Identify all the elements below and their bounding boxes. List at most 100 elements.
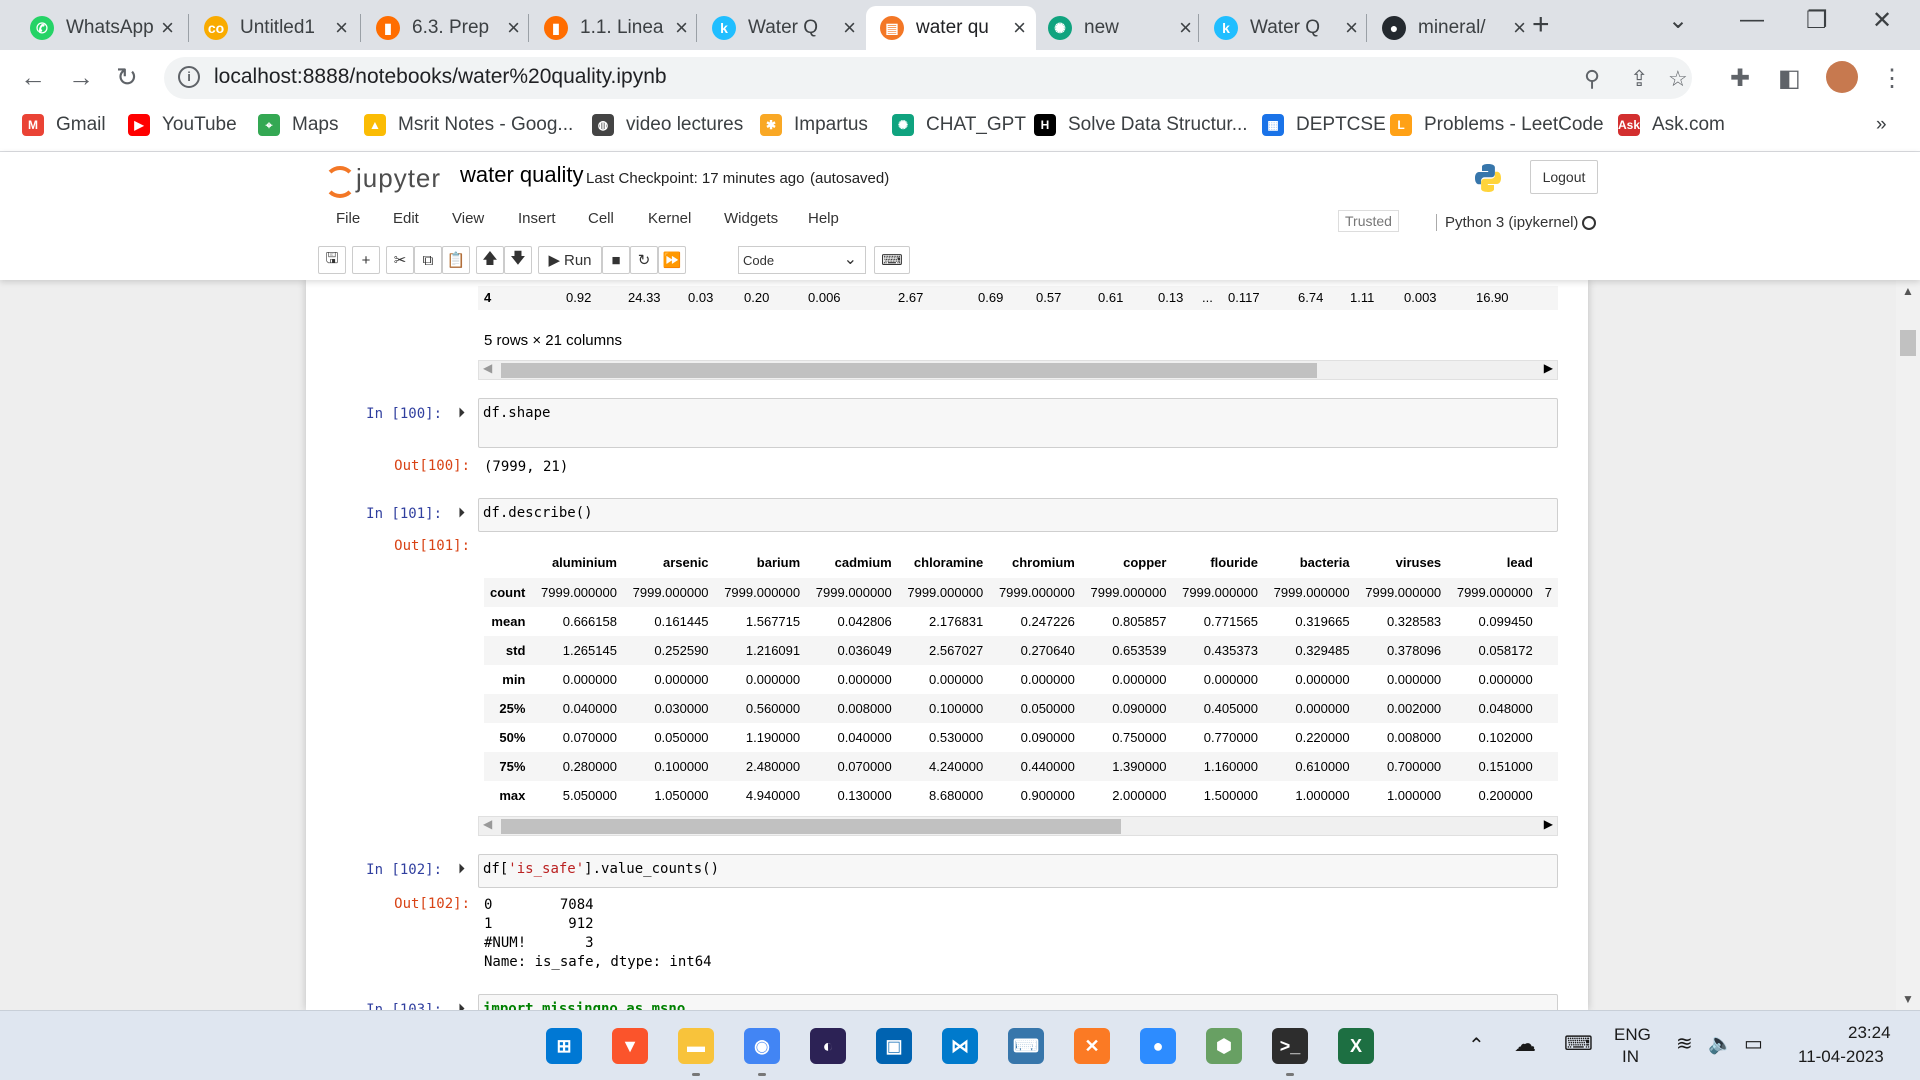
run-cell-icon[interactable]: ⏵	[458, 860, 465, 877]
cut-icon[interactable]: ✂	[386, 246, 414, 274]
page-vertical-scrollbar[interactable]: ▲ ▼	[1896, 280, 1920, 1010]
move-down-icon[interactable]: 🡇	[504, 246, 532, 274]
menu-edit[interactable]: Edit	[393, 210, 419, 227]
excel-icon[interactable]: X	[1338, 1028, 1374, 1064]
bookmark-item[interactable]: ◍ video lectures	[592, 114, 743, 136]
battery-icon[interactable]: ▭	[1744, 1031, 1763, 1056]
side-panel-icon[interactable]: ◧	[1778, 64, 1801, 93]
move-up-icon[interactable]: 🡅	[476, 246, 504, 274]
scroll-up-icon[interactable]: ▲	[1902, 284, 1914, 298]
browser-tab[interactable]: ✆ WhatsApp ×	[16, 6, 184, 50]
browser-tab[interactable]: co Untitled1 ×	[190, 6, 358, 50]
reload-icon[interactable]: ↻	[116, 62, 138, 93]
language-indicator[interactable]: ENG	[1614, 1025, 1651, 1045]
restore-icon[interactable]: ❐	[1806, 6, 1828, 35]
remote-desktop-icon[interactable]: ▣	[876, 1028, 912, 1064]
windows-start-icon[interactable]: ⊞	[546, 1028, 582, 1064]
url-text[interactable]: localhost:8888/notebooks/water%20quality…	[214, 65, 667, 89]
jupyter-logo[interactable]: jupyter	[322, 162, 441, 198]
python-idle-icon[interactable]: ⌨	[1008, 1028, 1044, 1064]
clock-date[interactable]: 11-04-2023	[1798, 1047, 1884, 1067]
save-icon[interactable]: 🖫	[318, 246, 346, 274]
tab-search-icon[interactable]: ⌄	[1668, 6, 1688, 35]
close-tab-icon[interactable]: ×	[335, 15, 348, 41]
terminal-icon[interactable]: >_	[1272, 1028, 1308, 1064]
browser-tab[interactable]: k Water Q ×	[698, 6, 866, 50]
show-hidden-icons-icon[interactable]: ⌃	[1468, 1033, 1485, 1058]
scrollbar-thumb[interactable]	[1900, 330, 1916, 356]
back-icon[interactable]: ←	[20, 62, 46, 93]
menu-kebab-icon[interactable]: ⋮	[1880, 64, 1904, 93]
browser-tab[interactable]: ▮ 6.3. Prep ×	[362, 6, 530, 50]
brave-icon[interactable]: ▼	[612, 1028, 648, 1064]
forward-icon[interactable]: →	[68, 62, 94, 93]
bookmark-item[interactable]: ✺ CHAT_GPT	[892, 114, 1026, 136]
close-tab-icon[interactable]: ×	[843, 15, 856, 41]
browser-tab[interactable]: ▮ 1.1. Linea ×	[530, 6, 698, 50]
menu-insert[interactable]: Insert	[518, 210, 556, 227]
minimize-icon[interactable]: —	[1740, 6, 1764, 34]
scroll-right-icon[interactable]: ▶	[1544, 817, 1553, 831]
bookmark-star-icon[interactable]: ☆	[1668, 66, 1688, 92]
scroll-left-icon[interactable]: ◀	[483, 361, 492, 375]
run-button[interactable]: ▶ Run	[538, 246, 602, 274]
xampp-icon[interactable]: ✕	[1074, 1028, 1110, 1064]
keyboard-icon[interactable]: ⌨	[1564, 1031, 1593, 1056]
profile-avatar[interactable]	[1826, 61, 1858, 93]
kernel-name[interactable]: Python 3 (ipykernel)	[1436, 214, 1578, 231]
close-tab-icon[interactable]: ×	[507, 15, 520, 41]
browser-tab[interactable]: ✺ new ×	[1034, 6, 1202, 50]
scroll-down-icon[interactable]: ▼	[1902, 992, 1914, 1006]
scrollbar-thumb[interactable]	[501, 363, 1317, 378]
scrollbar-thumb[interactable]	[501, 819, 1121, 834]
close-tab-icon[interactable]: ×	[161, 15, 174, 41]
restart-icon[interactable]: ↻	[630, 246, 658, 274]
code-cell-input[interactable]: df.describe()	[478, 498, 1558, 532]
close-tab-icon[interactable]: ×	[1013, 15, 1026, 41]
code-cell-input[interactable]: df.shape	[478, 398, 1558, 448]
run-cell-icon[interactable]: ⏵	[458, 504, 465, 521]
menu-file[interactable]: File	[336, 210, 360, 227]
nodejs-icon[interactable]: ⬢	[1206, 1028, 1242, 1064]
browser-tab[interactable]: k Water Q ×	[1200, 6, 1368, 50]
wifi-icon[interactable]: ≋	[1676, 1031, 1693, 1056]
paste-icon[interactable]: 📋	[442, 246, 470, 274]
close-tab-icon[interactable]: ×	[1179, 15, 1192, 41]
copy-icon[interactable]: ⧉	[414, 246, 442, 274]
onedrive-icon[interactable]: ☁	[1514, 1031, 1536, 1057]
cell-type-select[interactable]: Code ⌄	[738, 246, 866, 274]
output-horizontal-scrollbar[interactable]: ◀ ▶	[478, 816, 1558, 836]
browser-tab[interactable]: ▤ water qu ×	[866, 6, 1036, 50]
run-cell-icon[interactable]: ⏵	[458, 404, 465, 421]
bookmark-item[interactable]: L Problems - LeetCode	[1390, 114, 1604, 136]
zoom-icon[interactable]: ●	[1140, 1028, 1176, 1064]
address-bar[interactable]: i localhost:8888/notebooks/water%20quali…	[164, 57, 1692, 99]
region-indicator[interactable]: IN	[1622, 1047, 1639, 1067]
output-horizontal-scrollbar[interactable]: ◀ ▶	[478, 360, 1558, 380]
vscode-icon[interactable]: ⋈	[942, 1028, 978, 1064]
extensions-icon[interactable]: ✚	[1730, 64, 1750, 93]
menu-widgets[interactable]: Widgets	[724, 210, 778, 227]
insert-cell-icon[interactable]: +	[352, 246, 380, 274]
trusted-badge[interactable]: Trusted	[1338, 210, 1399, 232]
bookmark-item[interactable]: ▲ Msrit Notes - Goog...	[364, 114, 573, 136]
run-cell-icon[interactable]: ⏵	[458, 1000, 465, 1010]
bookmark-item[interactable]: Ask Ask.com	[1618, 114, 1725, 136]
bookmark-item[interactable]: ✱ Impartus	[760, 114, 868, 136]
command-palette-icon[interactable]: ⌨	[874, 246, 910, 274]
restart-run-all-icon[interactable]: ⏩	[658, 246, 686, 274]
volume-icon[interactable]: 🔈	[1708, 1031, 1733, 1056]
bookmark-item[interactable]: H Solve Data Structur...	[1034, 114, 1248, 136]
close-tab-icon[interactable]: ×	[1345, 15, 1358, 41]
menu-view[interactable]: View	[452, 210, 484, 227]
notebook-container[interactable]: 4 0.92 24.33 0.03 0.20 0.006 2.67 0.69 0.57 0.61 0…	[306, 280, 1588, 1010]
code-cell-input[interactable]: df['is_safe'].value_counts()	[478, 854, 1558, 888]
close-tab-icon[interactable]: ×	[1513, 15, 1526, 41]
eclipse-icon[interactable]: ◐	[810, 1028, 846, 1064]
scroll-left-icon[interactable]: ◀	[483, 817, 492, 831]
clock-time[interactable]: 23:24	[1848, 1023, 1891, 1043]
close-tab-icon[interactable]: ×	[675, 15, 688, 41]
menu-cell[interactable]: Cell	[588, 210, 614, 227]
interrupt-icon[interactable]: ■	[602, 246, 630, 274]
chrome-icon[interactable]: ◉	[744, 1028, 780, 1064]
